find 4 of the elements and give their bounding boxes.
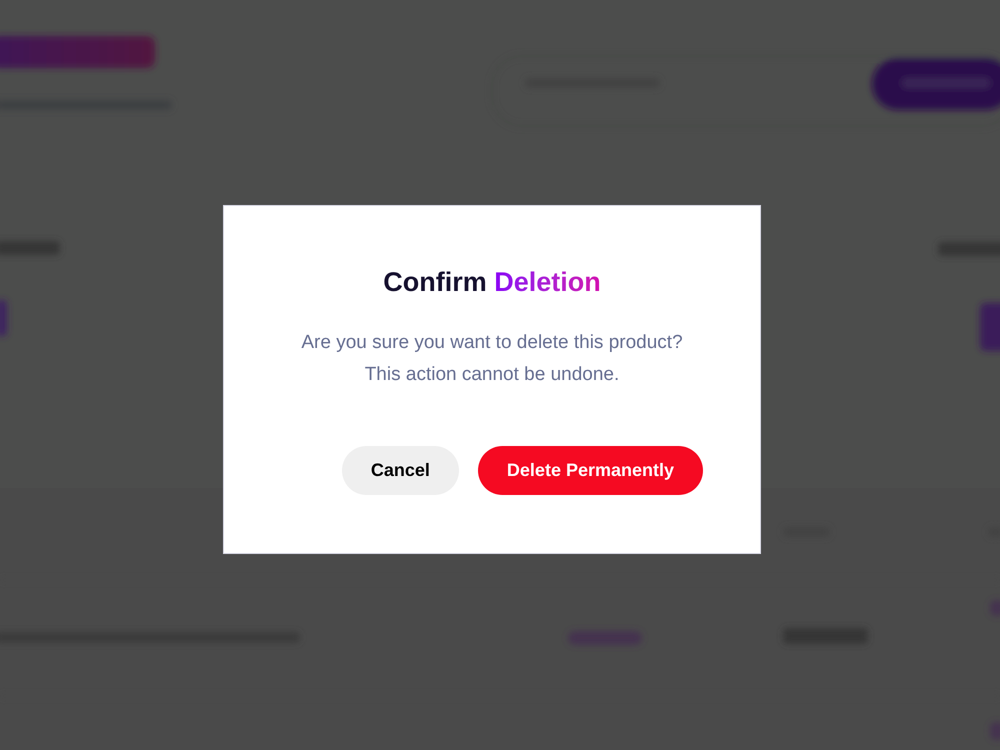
delete-button[interactable]: Delete Permanently <box>478 446 703 495</box>
cancel-button[interactable]: Cancel <box>342 446 459 495</box>
dialog-message: Are you sure you want to delete this product? This action cannot be undone. <box>300 331 684 387</box>
dialog-title: Confirm Deletion <box>383 266 601 299</box>
